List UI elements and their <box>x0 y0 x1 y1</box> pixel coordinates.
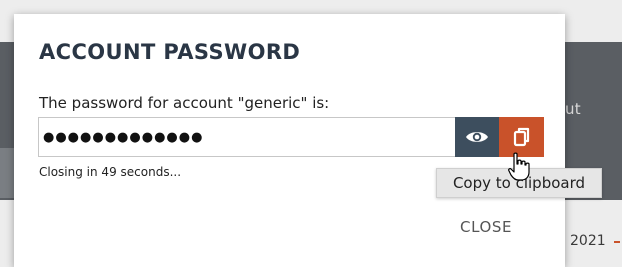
password-field[interactable]: ●●●●●●●●●●●●● <box>38 117 455 157</box>
copy-icon <box>513 127 529 147</box>
hand-pointer-cursor-icon <box>508 152 530 181</box>
background-partial-text: ut <box>565 100 581 118</box>
eye-icon <box>466 132 488 142</box>
background-stripe <box>0 148 14 198</box>
copy-to-clipboard-button[interactable] <box>499 117 544 157</box>
closing-countdown: Closing in 49 seconds... <box>39 165 182 179</box>
password-row: ●●●●●●●●●●●●● <box>38 117 544 157</box>
background-accent-mark <box>614 241 620 243</box>
close-button[interactable]: CLOSE <box>460 218 512 236</box>
password-prompt-label: The password for account "generic" is: <box>39 94 330 112</box>
reveal-password-button[interactable] <box>455 117 499 157</box>
dialog-title: ACCOUNT PASSWORD <box>39 40 301 64</box>
background-year-text: 2021 <box>570 233 606 249</box>
account-password-dialog: ACCOUNT PASSWORD The password for accoun… <box>14 14 565 267</box>
